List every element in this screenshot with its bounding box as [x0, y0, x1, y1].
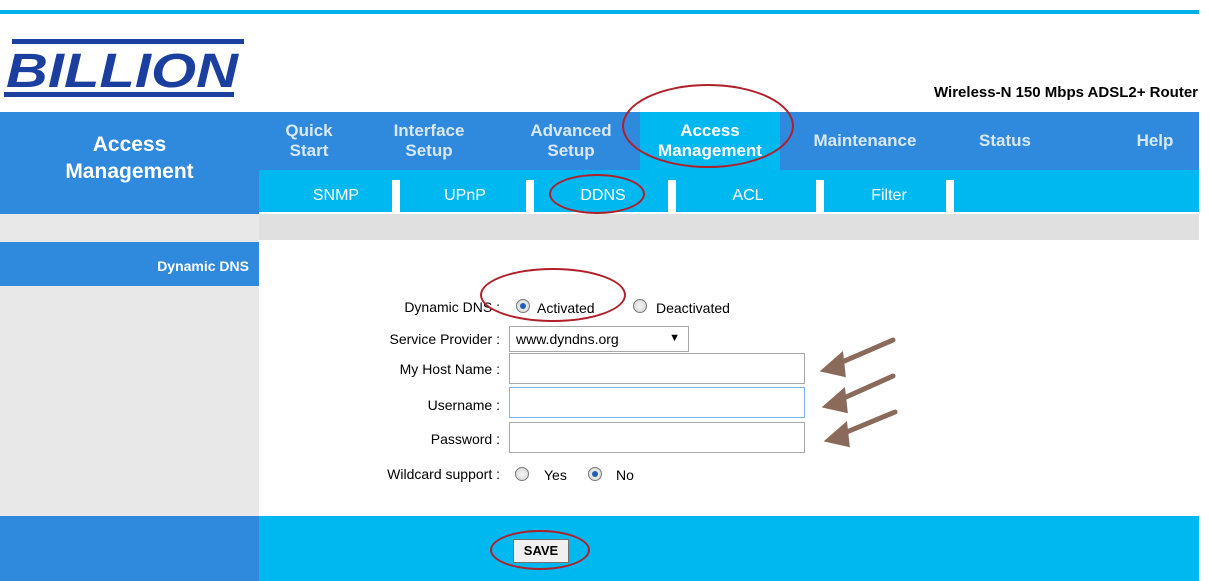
arrow-head-icon [821, 386, 848, 414]
nav-status-label: Status [979, 131, 1031, 150]
top-accent-line [0, 10, 1199, 14]
section-title-line2: Management [65, 160, 194, 183]
wildcard-no-radio[interactable] [588, 467, 602, 481]
nav-maintenance-label: Maintenance [813, 131, 917, 150]
nav-advanced-setup[interactable]: Advanced Setup [515, 112, 627, 170]
password-label: Password : [430, 431, 500, 447]
subnav-separator [668, 180, 676, 212]
nav-status[interactable]: Status [960, 112, 1050, 170]
sidebar-item-dynamic-dns[interactable]: Dynamic DNS [0, 242, 259, 286]
subtab-ddns[interactable]: DDNS [544, 180, 662, 212]
subtab-acl[interactable]: ACL [686, 180, 810, 212]
service-provider-select[interactable]: www.dyndns.org ▼ [509, 326, 689, 352]
nav-help-label: Help [1136, 131, 1174, 150]
username-label: Username : [427, 397, 500, 413]
nav-access-management-l2: Management [658, 141, 762, 160]
product-title: Wireless-N 150 Mbps ADSL2+ Router [934, 84, 1198, 101]
subtab-upnp[interactable]: UPnP [410, 180, 520, 212]
dynamic-dns-activated-label: Activated [537, 300, 595, 316]
nav-interface-setup[interactable]: Interface Setup [378, 112, 480, 170]
footer-bar [259, 516, 1199, 581]
nav-advanced-setup-l1: Advanced [530, 121, 612, 140]
left-gray-strip [0, 214, 259, 242]
subnav-separator [392, 180, 400, 212]
wildcard-label: Wildcard support : [387, 466, 500, 482]
logo-text: BILLION [6, 45, 240, 97]
nav-advanced-setup-l2: Setup [547, 141, 595, 160]
content-gray-strip [259, 214, 1199, 240]
left-footer [0, 516, 259, 581]
subnav-separator [526, 180, 534, 212]
subnav-separator [816, 180, 824, 212]
nav-maintenance[interactable]: Maintenance [800, 112, 930, 170]
password-input[interactable] [509, 422, 805, 453]
dynamic-dns-activated-radio[interactable] [516, 299, 530, 313]
nav-quick-start-l2: Start [289, 141, 329, 160]
billion-logo: BILLION [4, 39, 244, 97]
nav-access-management[interactable]: Access Management [640, 112, 780, 170]
service-provider-value: www.dyndns.org [516, 331, 619, 347]
nav-interface-setup-l1: Interface [393, 121, 465, 140]
wildcard-no-label: No [616, 467, 634, 483]
host-name-label: My Host Name : [399, 361, 500, 377]
arrow-annotations [819, 337, 898, 448]
subnav-separator [946, 180, 954, 212]
nav-interface-setup-l2: Setup [405, 141, 453, 160]
arrow-head-icon [823, 420, 850, 448]
subtab-filter[interactable]: Filter [834, 180, 944, 212]
nav-help[interactable]: Help [1120, 112, 1190, 170]
nav-quick-start[interactable]: Quick Start [272, 112, 346, 170]
chevron-down-icon: ▼ [669, 332, 680, 344]
nav-access-management-l1: Access [680, 121, 740, 140]
arrow-head-icon [819, 350, 846, 378]
username-input[interactable] [509, 387, 805, 418]
subtab-snmp[interactable]: SNMP [286, 180, 386, 212]
wildcard-yes-label: Yes [544, 467, 567, 483]
dynamic-dns-deactivated-label: Deactivated [656, 300, 730, 316]
dynamic-dns-deactivated-radio[interactable] [633, 299, 647, 313]
nav-quick-start-l1: Quick [285, 121, 333, 140]
dynamic-dns-label: Dynamic DNS : [404, 299, 500, 315]
save-button[interactable]: SAVE [513, 539, 569, 563]
section-title-line1: Access [92, 133, 167, 156]
service-provider-label: Service Provider : [389, 331, 500, 347]
section-title: Access Management [0, 112, 259, 214]
wildcard-yes-radio[interactable] [515, 467, 529, 481]
host-name-input[interactable] [509, 353, 805, 384]
